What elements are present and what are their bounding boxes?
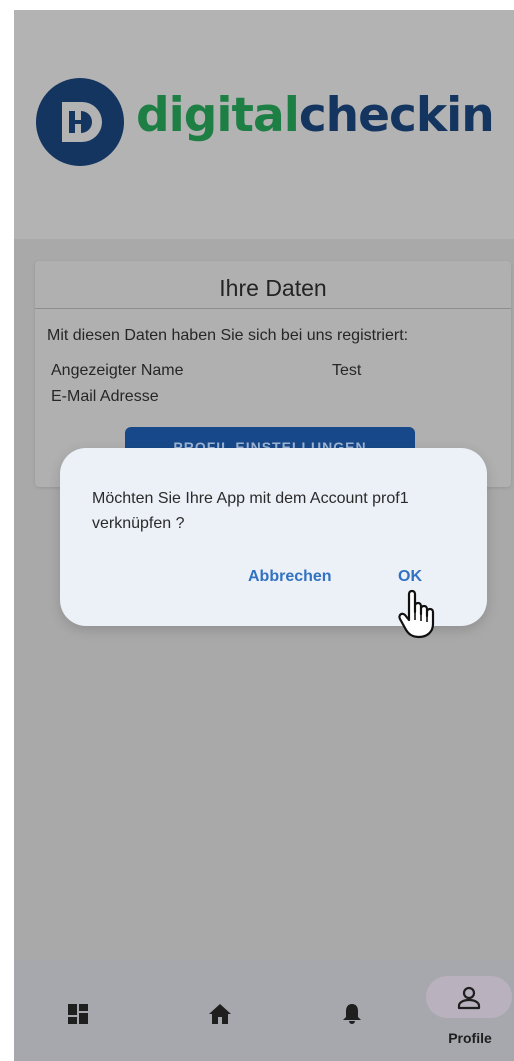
bell-icon xyxy=(343,1004,361,1024)
person-icon xyxy=(457,986,481,1010)
nav-label-profile: Profile xyxy=(448,1030,492,1046)
hand-pointer-icon xyxy=(398,589,435,639)
digitalcheckin-logo-icon xyxy=(36,78,124,166)
card-intro-text: Mit diesen Daten haben Sie sich bei uns … xyxy=(47,327,409,344)
card-title: Ihre Daten xyxy=(219,275,327,301)
cancel-button[interactable]: Abbrechen xyxy=(248,568,332,586)
nav-item-home[interactable] xyxy=(170,960,270,1061)
bottom-navigation: Profile xyxy=(14,960,514,1061)
brand-logo-text: digitalcheckin xyxy=(136,86,495,146)
nav-item-notifications[interactable] xyxy=(302,960,402,1061)
dashboard-icon xyxy=(68,1004,88,1024)
display-name-label: Angezeigter Name xyxy=(51,362,184,379)
brand-name-digital: digital xyxy=(136,88,300,143)
display-name-value: Test xyxy=(332,362,362,379)
card-divider xyxy=(35,308,511,309)
nav-item-dashboard[interactable] xyxy=(28,960,128,1061)
app-header: digitalcheckin xyxy=(14,10,514,239)
ok-button[interactable]: OK xyxy=(398,568,422,586)
home-icon xyxy=(209,1004,231,1024)
app-screen: digitalcheckin Ihre Daten Mit diesen Dat… xyxy=(14,10,514,1061)
email-label: E-Mail Adresse xyxy=(51,388,159,405)
dialog-message: Möchten Sie Ihre App mit dem Account pro… xyxy=(92,490,409,532)
brand-name-checkin: checkin xyxy=(298,88,495,143)
